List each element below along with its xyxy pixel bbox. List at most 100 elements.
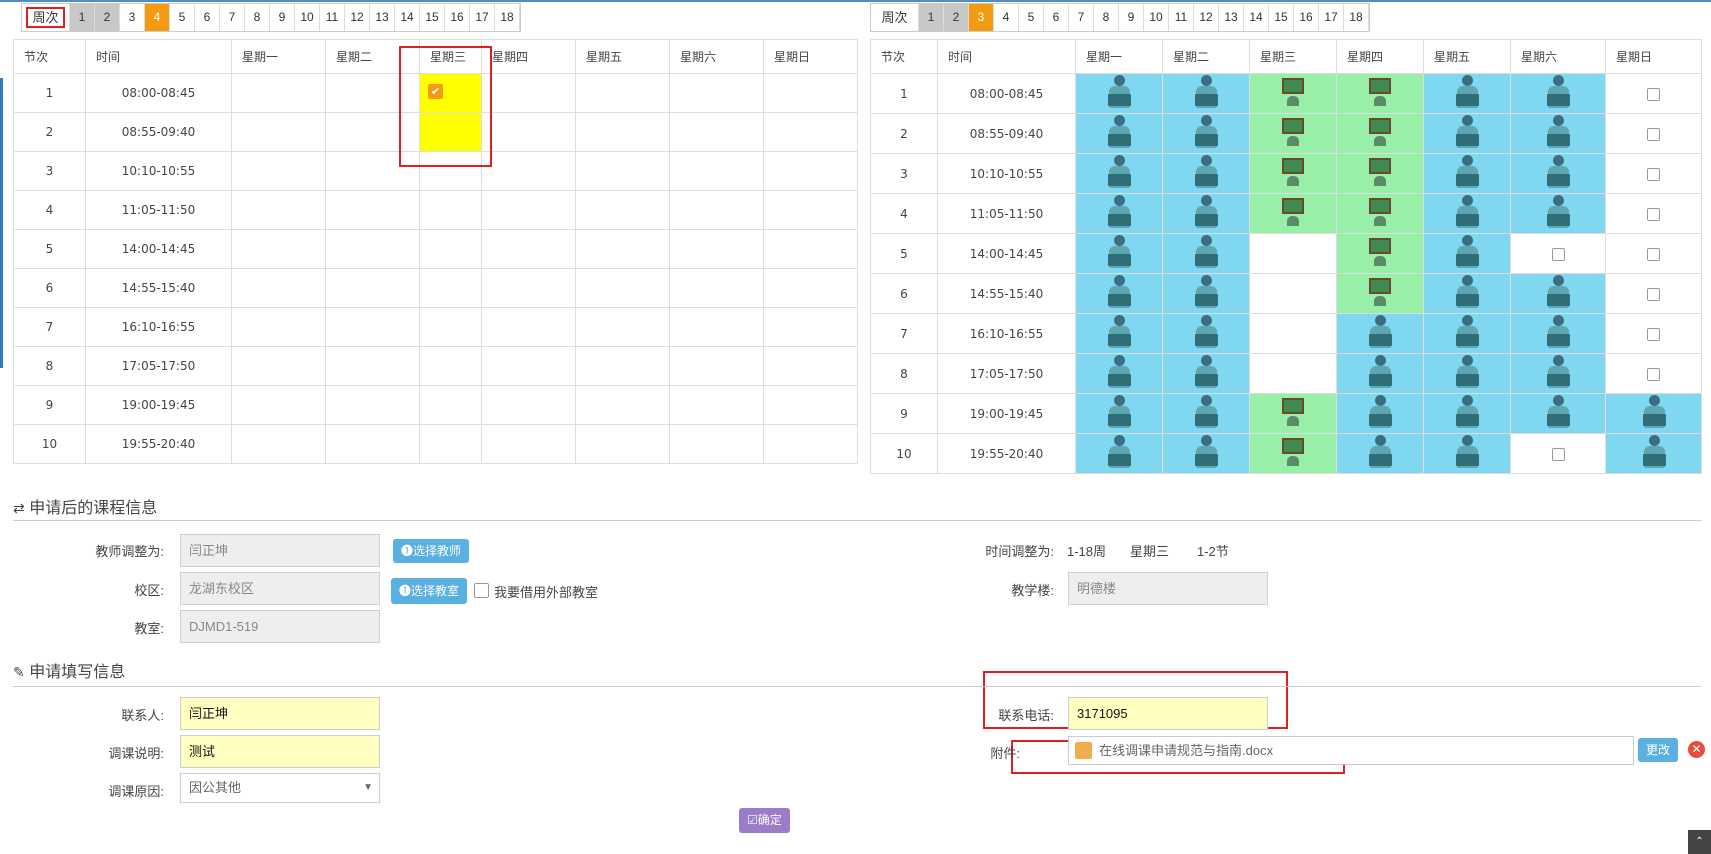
campus-field[interactable]: 龙湖东校区 [180, 572, 380, 605]
slot-cell[interactable] [763, 190, 858, 230]
slot-cell[interactable] [419, 346, 482, 386]
select-room-button[interactable]: ❶选择教室 [391, 578, 468, 604]
slot-cell[interactable] [419, 229, 482, 269]
slot-cell[interactable] [231, 151, 326, 191]
slot-cell[interactable] [763, 268, 858, 308]
slot-cell[interactable] [481, 346, 576, 386]
week-1-button[interactable]: 1 [919, 4, 944, 31]
week-2-button[interactable]: 2 [95, 4, 120, 31]
slot-cell[interactable] [419, 424, 482, 464]
slot-cell[interactable] [669, 229, 764, 269]
week-16-button[interactable]: 16 [1294, 4, 1319, 31]
slot-cell[interactable] [481, 424, 576, 464]
slot-cell[interactable] [669, 73, 764, 113]
slot-checkbox[interactable] [1647, 87, 1660, 101]
scroll-top-button[interactable]: ⌃ [1688, 830, 1711, 854]
week-7-button[interactable]: 7 [1069, 4, 1094, 31]
week-10-button[interactable]: 10 [295, 4, 320, 31]
slot-checkbox[interactable] [1551, 447, 1565, 461]
slot-checkbox[interactable] [1647, 127, 1660, 141]
slot-cell[interactable] [575, 73, 670, 113]
slot-cell[interactable] [481, 385, 576, 425]
note-field[interactable]: 测试 [180, 735, 380, 768]
slot-checkbox[interactable] [1647, 367, 1660, 381]
slot-checkbox[interactable] [1647, 327, 1660, 341]
slot-cell[interactable] [325, 424, 420, 464]
phone-field[interactable]: 3171095 [1068, 697, 1268, 730]
slot-cell[interactable] [231, 346, 326, 386]
slot-cell[interactable] [669, 268, 764, 308]
week-9-button[interactable]: 9 [270, 4, 295, 31]
slot-cell[interactable] [419, 190, 482, 230]
slot-cell[interactable] [669, 424, 764, 464]
slot-cell[interactable] [231, 112, 326, 152]
slot-cell[interactable] [575, 346, 670, 386]
slot-cell[interactable] [763, 229, 858, 269]
slot-cell[interactable] [231, 190, 326, 230]
week-5-button[interactable]: 5 [1019, 4, 1044, 31]
slot-cell[interactable] [231, 424, 326, 464]
week-18-button[interactable]: 18 [1344, 4, 1369, 31]
attachment-field[interactable]: 在线调课申请规范与指南.docx [1068, 736, 1634, 765]
slot-cell[interactable] [231, 268, 326, 308]
free-slot-cell[interactable] [1605, 233, 1702, 274]
slot-cell[interactable] [231, 229, 326, 269]
slot-cell[interactable] [763, 112, 858, 152]
week-11-button[interactable]: 11 [320, 4, 345, 31]
week-9-button[interactable]: 9 [1119, 4, 1144, 31]
free-slot-cell[interactable] [1605, 353, 1702, 394]
free-slot-cell[interactable] [1510, 233, 1606, 274]
free-slot-cell[interactable] [1605, 73, 1702, 114]
week-12-button[interactable]: 12 [1194, 4, 1219, 31]
week-13-button[interactable]: 13 [1219, 4, 1244, 31]
slot-cell[interactable] [669, 112, 764, 152]
week-17-button[interactable]: 17 [1319, 4, 1344, 31]
slot-cell[interactable] [575, 229, 670, 269]
slot-cell[interactable] [575, 385, 670, 425]
room-field[interactable]: DJMD1-519 [180, 610, 380, 643]
week-12-button[interactable]: 12 [345, 4, 370, 31]
slot-cell[interactable] [481, 307, 576, 347]
slot-cell[interactable] [419, 268, 482, 308]
free-slot-cell[interactable] [1605, 273, 1702, 314]
slot-cell[interactable] [481, 268, 576, 308]
week-4-button[interactable]: 4 [145, 4, 170, 31]
free-slot-cell[interactable] [1605, 193, 1702, 234]
slot-cell[interactable] [575, 190, 670, 230]
slot-cell[interactable] [325, 346, 420, 386]
slot-checkbox[interactable] [1647, 287, 1660, 301]
change-attachment-button[interactable]: 更改 [1638, 738, 1679, 762]
slot-cell[interactable] [669, 385, 764, 425]
week-16-button[interactable]: 16 [445, 4, 470, 31]
slot-cell[interactable] [763, 151, 858, 191]
week-11-button[interactable]: 11 [1169, 4, 1194, 31]
week-3-button[interactable]: 3 [969, 4, 994, 31]
slot-cell[interactable] [481, 190, 576, 230]
remove-attachment-icon[interactable]: ✕ [1688, 741, 1705, 758]
week-18-button[interactable]: 18 [495, 4, 520, 31]
free-slot-cell[interactable] [1605, 313, 1702, 354]
slot-checkbox[interactable] [1551, 247, 1565, 261]
slot-cell[interactable] [763, 385, 858, 425]
slot-cell[interactable] [669, 307, 764, 347]
week-3-button[interactable]: 3 [120, 4, 145, 31]
week-6-button[interactable]: 6 [195, 4, 220, 31]
week-4-button[interactable]: 4 [994, 4, 1019, 31]
confirm-button[interactable]: ☑确定 [739, 808, 790, 833]
slot-cell[interactable] [325, 268, 420, 308]
week-14-button[interactable]: 14 [1244, 4, 1269, 31]
week-13-button[interactable]: 13 [370, 4, 395, 31]
week-10-button[interactable]: 10 [1144, 4, 1169, 31]
slot-cell[interactable] [669, 346, 764, 386]
slot-cell[interactable] [231, 385, 326, 425]
week-5-button[interactable]: 5 [170, 4, 195, 31]
week-2-button[interactable]: 2 [944, 4, 969, 31]
slot-cell[interactable] [325, 307, 420, 347]
slot-cell[interactable] [481, 229, 576, 269]
week-17-button[interactable]: 17 [470, 4, 495, 31]
slot-cell[interactable] [575, 151, 670, 191]
slot-cell[interactable] [763, 346, 858, 386]
free-slot-cell[interactable] [1605, 153, 1702, 194]
free-slot-cell[interactable] [1605, 113, 1702, 154]
week-6-button[interactable]: 6 [1044, 4, 1069, 31]
